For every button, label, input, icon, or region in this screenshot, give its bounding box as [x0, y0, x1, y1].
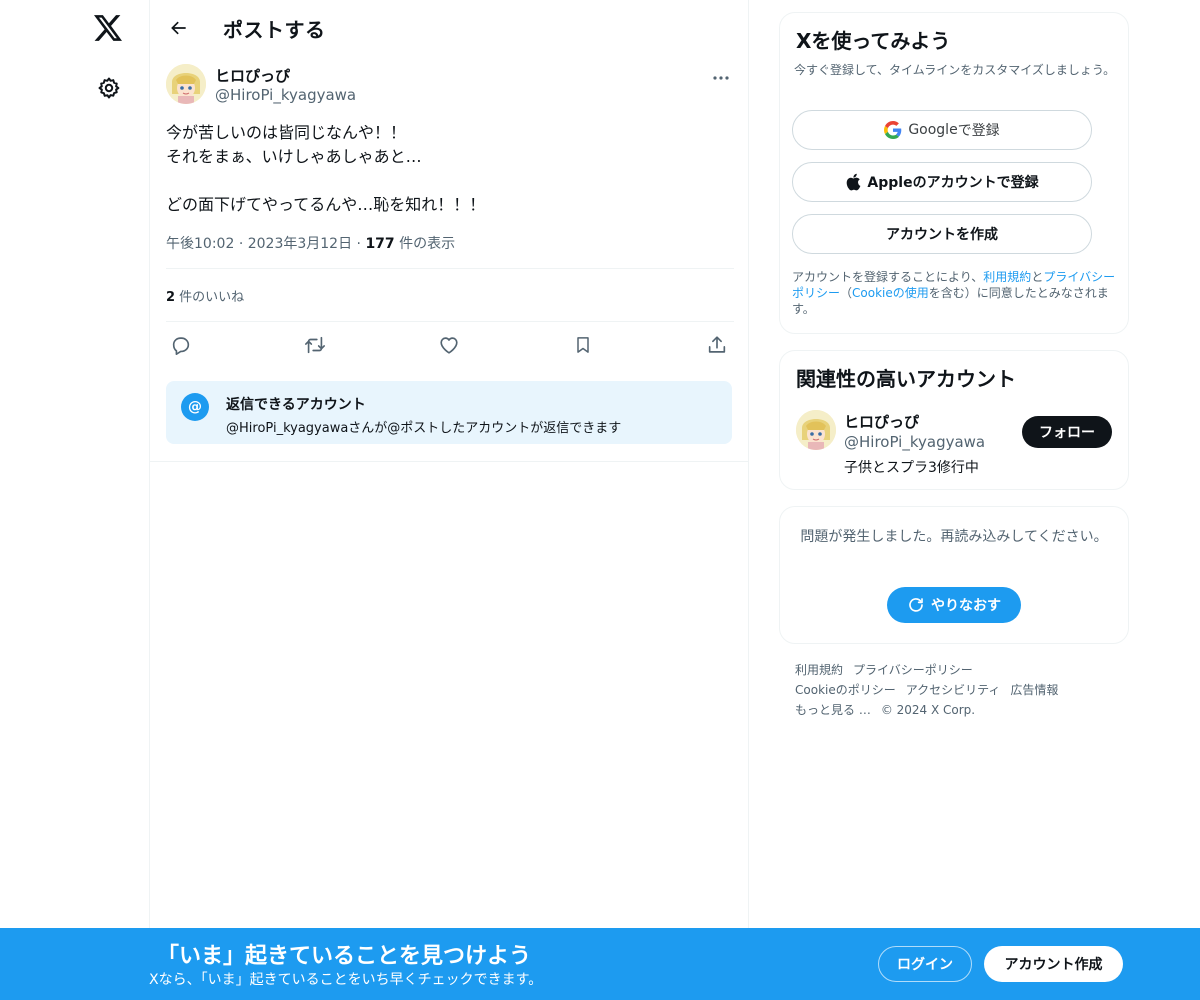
- banner-title: 「いま」起きていることを見つけよう: [157, 944, 532, 969]
- left-nav: [60, 0, 150, 1000]
- footer-link[interactable]: アクセシビリティ: [906, 683, 1001, 697]
- post-text: 今が苦しいのは皆同じなんや！！ それをまぁ、いけしゃあしゃあと… どの面下げてや…: [166, 121, 734, 217]
- error-message: 問題が発生しました。再読み込みしてください。: [800, 529, 1108, 545]
- divider: [166, 268, 734, 269]
- create-account-button[interactable]: アカウントを作成: [792, 214, 1092, 254]
- post-text-line: それをまぁ、いけしゃあしゃあと…: [166, 147, 422, 166]
- post-meta: 午後10:02 · 2023年3月12日 · 177 件の表示: [166, 233, 455, 253]
- like-icon[interactable]: [434, 332, 464, 358]
- likes-label: 件のいいね: [175, 290, 245, 305]
- cookie-link[interactable]: Cookieの使用: [852, 286, 929, 300]
- bookmark-icon[interactable]: [568, 332, 598, 358]
- relevant-title: 関連性の高いアカウント: [796, 367, 1016, 391]
- signup-banner: 「いま」起きていることを見つけよう Xなら、「いま」起きていることをいち早くチェ…: [0, 928, 1200, 1000]
- x-logo-icon[interactable]: [88, 8, 128, 48]
- avatar[interactable]: [166, 64, 206, 104]
- terms-link[interactable]: 利用規約: [983, 270, 1031, 284]
- signup-subtitle: 今すぐ登録して、タイムラインをカスタマイズしましょう。: [794, 63, 1116, 77]
- views-label: 件の表示: [394, 236, 456, 252]
- footer-link[interactable]: 広告情報: [1010, 683, 1058, 697]
- retry-label: やりなおす: [931, 598, 1001, 614]
- login-button[interactable]: ログイン: [878, 946, 972, 982]
- error-card: 問題が発生しました。再読み込みしてください。 やりなおす: [779, 506, 1129, 644]
- footer-link[interactable]: プライバシーポリシー: [853, 663, 973, 677]
- action-bar: [166, 332, 734, 358]
- reply-desc: @HiroPi_kyagyawaさんが@ポストしたアカウントが返信できます: [226, 421, 622, 436]
- legal-text-part: と: [1031, 270, 1044, 284]
- footer-link[interactable]: 利用規約: [795, 663, 843, 677]
- signup-card: Xを使ってみよう 今すぐ登録して、タイムラインをカスタマイズしましょう。 Goo…: [779, 12, 1129, 334]
- author-name[interactable]: ヒロぴっぴ: [215, 65, 290, 86]
- at-icon: @: [181, 393, 209, 421]
- share-icon[interactable]: [702, 332, 732, 358]
- retry-button[interactable]: やりなおす: [887, 587, 1021, 623]
- legal-text-part: （: [840, 286, 853, 300]
- views-count: 177: [365, 236, 395, 252]
- legal-text-part: アカウントを登録することにより、: [792, 270, 984, 284]
- back-arrow-icon[interactable]: [162, 11, 196, 45]
- refresh-icon: [907, 596, 925, 614]
- google-signup-suffix: で登録: [957, 123, 1000, 139]
- divider: [166, 321, 734, 322]
- main-column: ポストする ヒロぴっぴ @HiroPi_kyagyawa 今が苦しいのは皆同じな…: [149, 0, 749, 1000]
- post-text-line: どの面下げてやってるんや…恥を知れ！！！: [166, 195, 486, 214]
- legal-text: アカウントを登録することにより、利用規約とプライバシーポリシー（Cookieの使…: [792, 269, 1122, 317]
- relevant-accounts-card: 関連性の高いアカウント ヒロぴっぴ @HiroPi_kyagyawa 子供とスプ…: [779, 350, 1129, 490]
- account-handle[interactable]: @HiroPi_kyagyawa: [844, 433, 985, 451]
- more-icon[interactable]: [706, 66, 736, 90]
- follow-button[interactable]: フォロー: [1022, 416, 1112, 448]
- footer-row: Cookieのポリシー アクセシビリティ 広告情報: [795, 680, 1125, 700]
- gear-icon[interactable]: [89, 68, 129, 108]
- avatar[interactable]: [796, 410, 836, 450]
- apple-signup-button[interactable]: Appleのアカウントで登録: [792, 162, 1092, 202]
- footer-more-link[interactable]: もっと見る …: [795, 703, 871, 717]
- author-handle[interactable]: @HiroPi_kyagyawa: [215, 86, 356, 104]
- google-signup-label: Google: [908, 122, 958, 138]
- copyright: © 2024 X Corp.: [880, 703, 976, 717]
- reply-icon[interactable]: [166, 332, 196, 358]
- signup-button[interactable]: アカウント作成: [984, 946, 1123, 982]
- signup-title: Xを使ってみよう: [796, 29, 951, 53]
- post-text-line: [166, 169, 734, 193]
- post-date[interactable]: 2023年3月12日: [248, 236, 352, 252]
- footer: 利用規約 プライバシーポリシー Cookieのポリシー アクセシビリティ 広告情報 も…: [795, 660, 1125, 720]
- footer-row: 利用規約 プライバシーポリシー: [795, 660, 1125, 680]
- retweet-icon[interactable]: [300, 332, 330, 358]
- footer-row: もっと見る … © 2024 X Corp.: [795, 700, 1125, 720]
- post-time[interactable]: 午後10:02: [166, 236, 234, 252]
- divider: [150, 461, 749, 462]
- create-account-label: アカウントを作成: [886, 227, 998, 243]
- google-icon: [884, 121, 902, 139]
- page-title: ポストする: [223, 18, 326, 42]
- top-bar: ポストする: [150, 0, 750, 54]
- likes-summary[interactable]: 2 件のいいね: [166, 286, 244, 305]
- apple-signup-label: Appleのアカウントで登録: [867, 175, 1039, 191]
- apple-icon: [845, 173, 861, 191]
- post-text-line: 今が苦しいのは皆同じなんや！！: [166, 123, 407, 142]
- separator: ·: [238, 236, 248, 252]
- banner-subtitle: Xなら、「いま」起きていることをいち早くチェックできます。: [149, 972, 543, 988]
- account-bio: 子供とスプラ3修行中: [844, 460, 979, 476]
- reply-title: 返信できるアカウント: [226, 397, 366, 413]
- likes-count: 2: [166, 290, 176, 305]
- reply-restriction-notice: @ 返信できるアカウント @HiroPi_kyagyawaさんが@ポストしたアカ…: [166, 381, 732, 444]
- google-signup-button[interactable]: Google で登録: [792, 110, 1092, 150]
- account-name[interactable]: ヒロぴっぴ: [844, 411, 919, 432]
- footer-link[interactable]: Cookieのポリシー: [795, 683, 896, 697]
